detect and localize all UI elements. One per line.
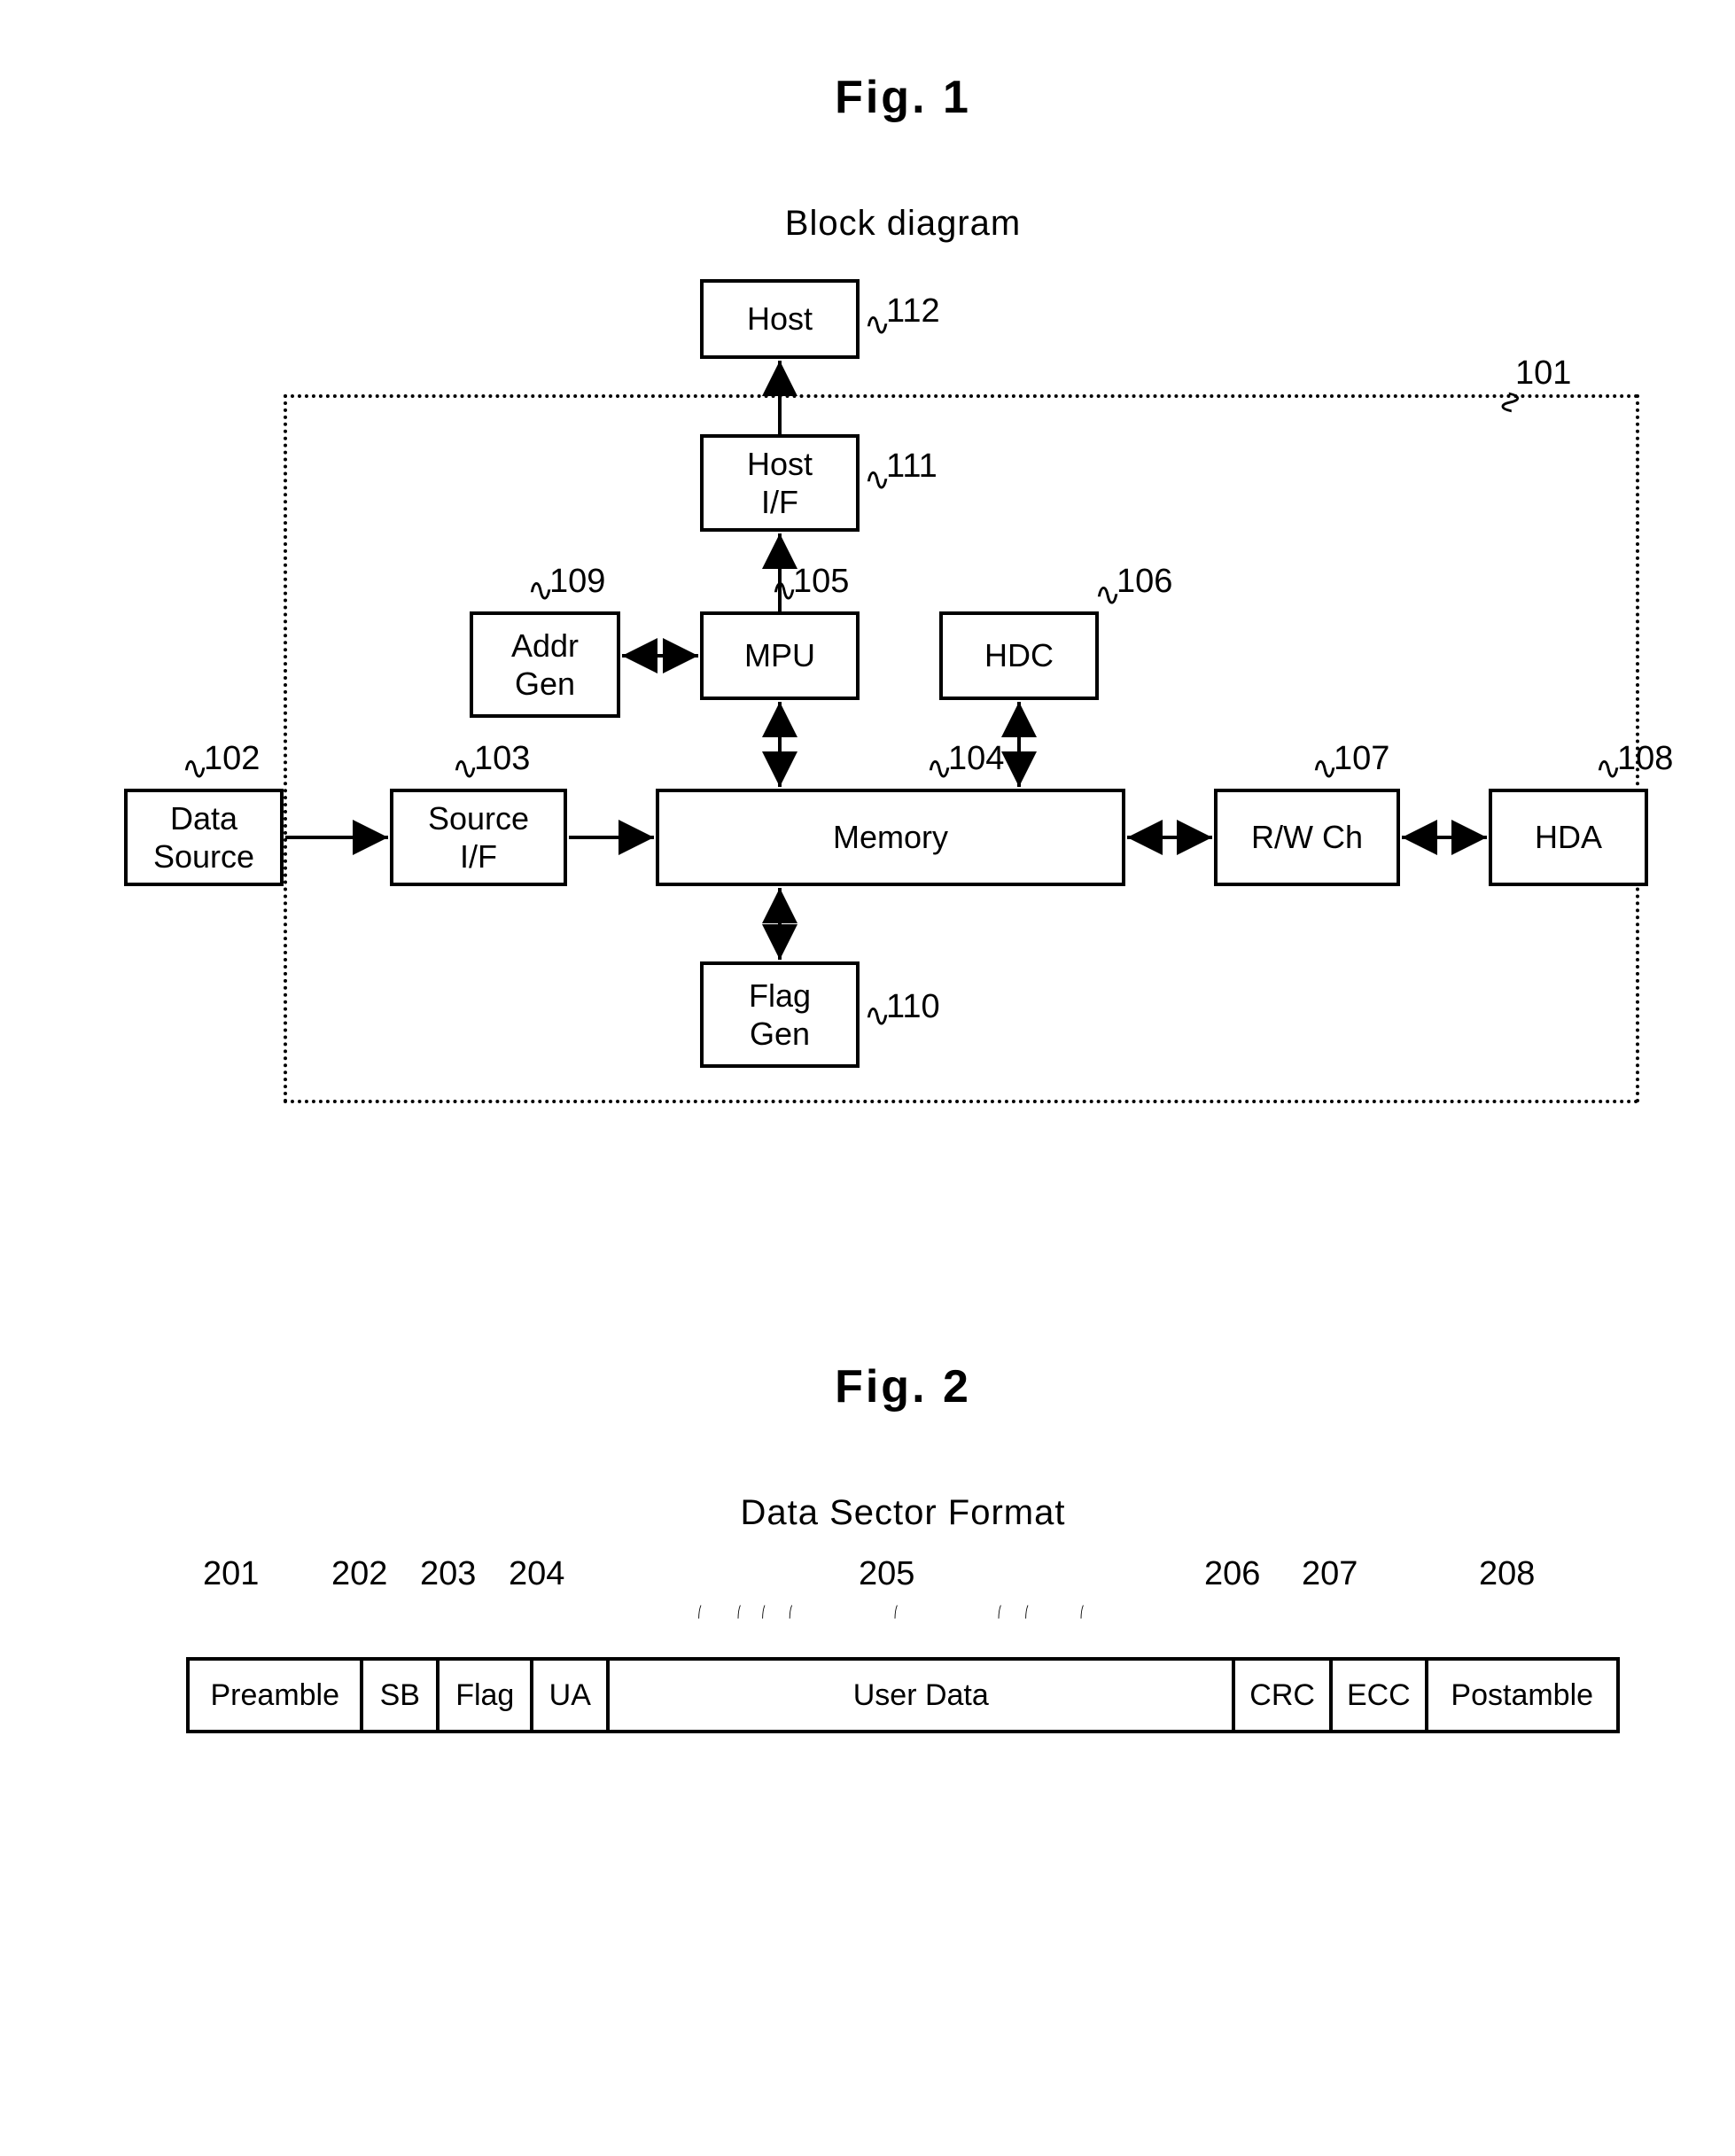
- ref-boundary: 101: [1515, 354, 1571, 393]
- tilde-icon: ∿: [1492, 389, 1529, 416]
- flaggen-box: Flag Gen: [700, 961, 860, 1068]
- ref-addrgen: 109: [549, 563, 605, 601]
- ref-postamble: 208: [1479, 1555, 1535, 1593]
- memory-box: Memory: [656, 789, 1125, 886]
- addrgen-box: Addr Gen: [470, 611, 620, 718]
- ref-hda: 108: [1617, 740, 1673, 778]
- datasource-box: Data Source: [124, 789, 284, 886]
- ref-ecc: 207: [1302, 1555, 1358, 1593]
- ref-mpu: 105: [793, 563, 849, 601]
- ref-rwch: 107: [1334, 740, 1389, 778]
- field-postamble: Postamble: [1427, 1659, 1618, 1732]
- rwch-box: R/W Ch: [1214, 789, 1400, 886]
- ref-datasource: 102: [204, 740, 260, 778]
- ref-ua: 204: [509, 1555, 564, 1593]
- ref-host: 112: [886, 292, 940, 331]
- hdc-box: HDC: [939, 611, 1099, 700]
- ref-hostif: 111: [886, 448, 938, 486]
- fig2-subtitle: Data Sector Format: [35, 1493, 1735, 1533]
- ref-sourceif: 103: [474, 740, 530, 778]
- ref-flag: 203: [420, 1555, 476, 1593]
- fig1-title: Fig. 1: [35, 71, 1735, 124]
- hda-box: HDA: [1489, 789, 1648, 886]
- ref-hooks: [150, 1604, 1656, 1657]
- field-ecc: ECC: [1331, 1659, 1427, 1732]
- field-userdata: User Data: [608, 1659, 1233, 1732]
- ref-hdc: 106: [1116, 563, 1172, 601]
- field-flag: Flag: [438, 1659, 532, 1732]
- fig2-diagram: 201 202 203 204 205 206 207 208 Preamble: [150, 1657, 1656, 1733]
- host-box: Host: [700, 279, 860, 359]
- field-ua: UA: [532, 1659, 608, 1732]
- hostif-box: Host I/F: [700, 434, 860, 532]
- fig2-title: Fig. 2: [35, 1360, 1735, 1413]
- sector-table: Preamble SB Flag UA User Data CRC ECC Po…: [186, 1657, 1619, 1733]
- page: Fig. 1 Block diagram Host ∿ 112 Host I/F…: [35, 71, 1735, 2121]
- ref-preamble: 201: [203, 1555, 259, 1593]
- ref-memory: 104: [948, 740, 1004, 778]
- field-crc: CRC: [1233, 1659, 1331, 1732]
- ref-crc: 206: [1204, 1555, 1260, 1593]
- field-sb: SB: [362, 1659, 438, 1732]
- ref-userdata: 205: [859, 1555, 914, 1593]
- fig1-subtitle: Block diagram: [35, 204, 1735, 244]
- ref-flaggen: 110: [886, 988, 940, 1026]
- fig1-diagram: Host ∿ 112 Host I/F ∿ 111 MPU ∿ 105 HDC …: [35, 261, 1735, 1148]
- ref-sb: 202: [331, 1555, 387, 1593]
- mpu-box: MPU: [700, 611, 860, 700]
- field-preamble: Preamble: [188, 1659, 362, 1732]
- sourceif-box: Source I/F: [390, 789, 567, 886]
